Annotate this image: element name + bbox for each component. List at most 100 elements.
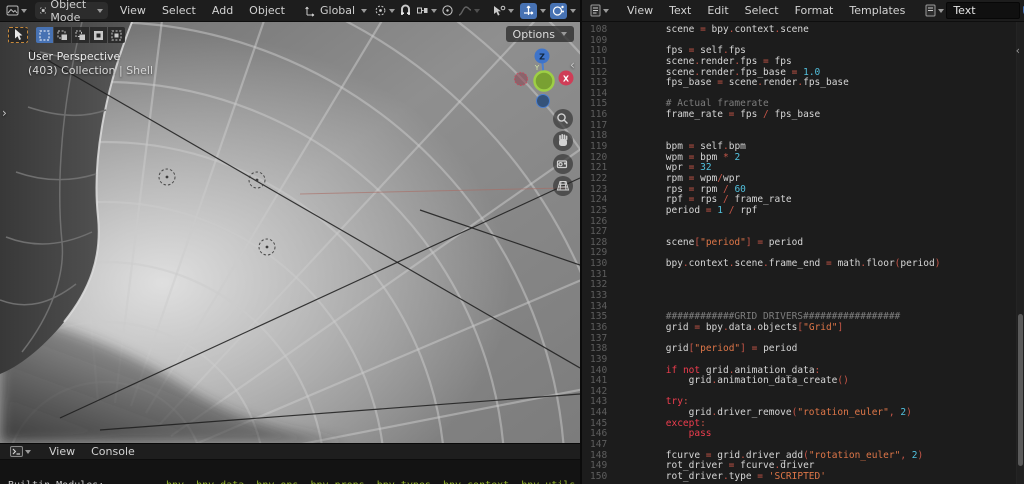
- orientation-label: Global: [320, 4, 356, 17]
- text-menu-format[interactable]: Format: [787, 4, 842, 17]
- 3d-viewport[interactable]: X Z Y Options User Perspective (403) Col…: [0, 22, 580, 443]
- sidebar-collapse-arrow[interactable]: ‹: [570, 58, 575, 72]
- snap-target-icon: [417, 7, 428, 14]
- text-menu-select[interactable]: Select: [737, 4, 787, 17]
- datablock-browse-button[interactable]: [923, 3, 946, 19]
- select-mode-set-button[interactable]: [36, 27, 53, 43]
- select-mode-intersect-button[interactable]: [108, 27, 125, 43]
- menu-select[interactable]: Select: [154, 4, 204, 17]
- code-text: fps_base = scene.render.fps_base: [620, 77, 849, 89]
- proportional-edit-icon: [442, 5, 453, 16]
- line-number: 122: [590, 172, 608, 184]
- console-line: Builtin Modules: bpy, bpy.data, bpy.ops,…: [8, 480, 580, 484]
- code-line: 131: [582, 269, 1016, 281]
- code-text: pass: [688, 428, 712, 440]
- axis-z-label: Z: [539, 53, 545, 62]
- falloff-curve-icon: [458, 5, 472, 16]
- mode-dropdown[interactable]: Object Mode: [35, 0, 108, 24]
- code-line: 132: [582, 280, 1016, 291]
- datablock-icon: [925, 4, 936, 17]
- select-mode-group: [36, 27, 125, 43]
- falloff-dropdown[interactable]: [456, 3, 482, 19]
- console-menu-view[interactable]: View: [41, 445, 83, 458]
- visibility-dropdown[interactable]: [490, 3, 516, 19]
- select-extend-icon: [57, 30, 67, 40]
- snap-toggle[interactable]: [397, 3, 414, 19]
- code-text: rot_driver.type = 'SCRIPTED': [620, 470, 826, 482]
- code-text: grid = bpy.data.objects["Grid"]: [620, 321, 844, 333]
- text-menu-templates[interactable]: Templates: [841, 4, 913, 17]
- code-line: 116 frame_rate = fps / fps_base: [582, 109, 1016, 121]
- code-line: 136 grid = bpy.data.objects["Grid"]: [582, 321, 1016, 334]
- line-number: 125: [590, 204, 608, 216]
- toolbar-expand-arrow[interactable]: ›: [2, 106, 7, 120]
- axis-y: [533, 70, 555, 92]
- proportional-edit-toggle[interactable]: [439, 3, 456, 19]
- code-line: 138 grid["period"] = period: [582, 343, 1016, 355]
- line-number: 111: [590, 55, 608, 67]
- text-editor[interactable]: 108 scene = bpy.context.scene 109 110 fps …: [580, 22, 1024, 484]
- axis-x-label: X: [563, 75, 570, 84]
- tool-settings-row: [8, 27, 125, 43]
- line-number: 150: [590, 470, 608, 482]
- text-menu-text[interactable]: Text: [661, 4, 699, 17]
- select-mode-extend-button[interactable]: [54, 27, 71, 43]
- overlays-toggle[interactable]: [550, 2, 568, 19]
- code-line: 150 rot_driver.type = 'SCRIPTED': [582, 470, 1016, 483]
- orientation-dropdown[interactable]: Global: [299, 2, 372, 19]
- zoom-button[interactable]: [553, 109, 573, 129]
- select-invert-icon: [94, 30, 103, 40]
- pan-button[interactable]: [553, 131, 573, 151]
- tweak-tool-button[interactable]: [8, 27, 28, 43]
- gizmos-toggle[interactable]: [520, 2, 538, 19]
- chevron-down-icon: [361, 8, 368, 13]
- fake-user-toggle[interactable]: [1020, 3, 1024, 19]
- orientation-axis-icon: [305, 6, 315, 17]
- snap-target-dropdown[interactable]: [414, 3, 439, 19]
- object-mode-icon: [40, 7, 47, 14]
- select-mode-subtract-button[interactable]: [72, 27, 89, 43]
- chevron-down-icon: [561, 32, 567, 36]
- code-line: 128 scene["period"] = period: [582, 236, 1016, 249]
- code-line: 108 scene = bpy.context.scene: [582, 24, 1016, 36]
- console-menu-console[interactable]: Console: [83, 445, 143, 458]
- line-number: 139: [590, 353, 608, 365]
- menu-object[interactable]: Object: [241, 4, 293, 17]
- viewport-scene: X Z Y: [0, 22, 580, 443]
- chevron-down-icon: [938, 8, 945, 13]
- console-line-text: bpy, bpy.data, bpy.ops, bpy.props, bpy.t…: [166, 480, 580, 484]
- menu-add[interactable]: Add: [204, 4, 241, 17]
- chevron-down-icon: [96, 8, 103, 13]
- pivot-point-dropdown[interactable]: [372, 3, 397, 19]
- select-mode-invert-button[interactable]: [90, 27, 107, 43]
- text-editor-type-button[interactable]: [588, 3, 611, 19]
- text-menu-view[interactable]: View: [619, 4, 661, 17]
- console-editor-type-button[interactable]: [8, 444, 33, 460]
- scrollbar-track[interactable]: [1016, 22, 1024, 484]
- datablock-name-field[interactable]: Text: [946, 2, 1021, 19]
- select-set-icon: [39, 30, 50, 40]
- pivot-icon: [375, 5, 386, 16]
- menu-view[interactable]: View: [112, 4, 154, 17]
- options-dropdown[interactable]: Options: [505, 26, 574, 42]
- code-line: 133: [582, 290, 1016, 302]
- editor-type-button[interactable]: [4, 3, 29, 19]
- code-text: scene["period"] = period: [620, 236, 804, 248]
- python-console[interactable]: View Console Builtin Modules: bpy, bpy.d…: [0, 443, 580, 484]
- text-editor-icon: [590, 4, 601, 17]
- axis-y-label: Y: [534, 64, 540, 72]
- collection-breadcrumb: (403) Collection | Shell: [28, 64, 154, 77]
- chevron-down-icon: [508, 8, 515, 13]
- code-text: frame_rate = fps / fps_base: [620, 109, 821, 121]
- text-menu-edit[interactable]: Edit: [699, 4, 736, 17]
- code-line: 146 pass: [582, 429, 1016, 440]
- scrollbar-thumb[interactable]: [1018, 314, 1023, 466]
- grid-toggle-button[interactable]: [553, 176, 573, 196]
- blender-window: Object Mode View Select Add Object Globa…: [0, 0, 1024, 484]
- chevron-down-icon: [431, 8, 438, 13]
- gizmo-icon: [524, 5, 534, 15]
- editor-sidebar-collapse-arrow[interactable]: ‹: [1016, 44, 1020, 57]
- console-line-label: Builtin Modules:: [8, 480, 166, 484]
- selectability-visibility-icon: [494, 5, 506, 16]
- camera-view-button[interactable]: [553, 154, 573, 174]
